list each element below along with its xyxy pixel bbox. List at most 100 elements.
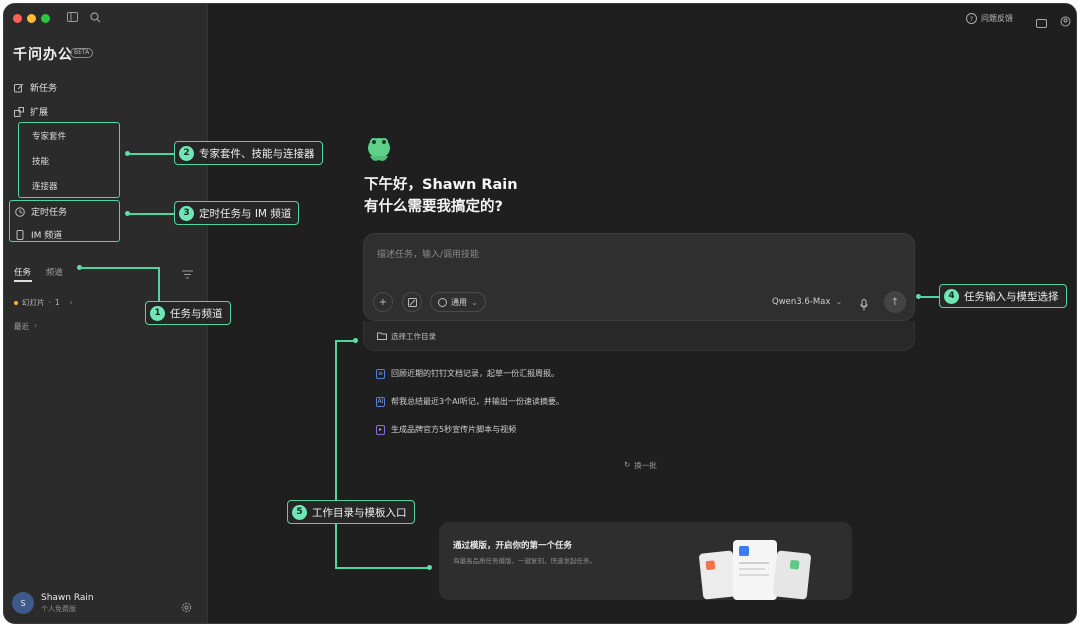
illustration-badge-orange <box>705 560 716 571</box>
greeting-line1: 下午好，Shawn Rain <box>364 177 518 193</box>
folder-icon <box>377 332 387 342</box>
add-attachment-button[interactable]: + <box>373 292 393 312</box>
maximize-window-button[interactable] <box>41 14 50 23</box>
task-item-separator: · <box>48 298 51 307</box>
message-icon[interactable] <box>1036 13 1047 32</box>
callout-text: 任务与频道 <box>170 307 223 320</box>
illustration-line <box>739 562 769 564</box>
tab-channels[interactable]: 频道 <box>46 268 63 278</box>
task-item-count: 1 <box>54 298 60 307</box>
callout-number: 2 <box>179 145 194 161</box>
video-icon: ▸ <box>376 424 385 435</box>
task-item-slides[interactable]: 幻灯片 · 1 › <box>14 297 73 308</box>
callout-line <box>80 267 159 269</box>
status-dot <box>14 300 18 305</box>
scheduled-tasks-button[interactable]: 定时任务 <box>15 205 67 218</box>
connectors-item[interactable]: 连接器 <box>32 180 58 192</box>
work-directory-content: 选择工作目录 <box>377 331 436 342</box>
extension-icon <box>14 106 24 117</box>
refresh-button[interactable]: ↻ 换一批 <box>624 460 657 471</box>
illustration-line <box>739 568 765 570</box>
im-channel-label: IM 频道 <box>31 231 63 241</box>
suggestion-item[interactable]: ▸ 生成品牌官方5秒宣传片脚本与视频 <box>376 424 516 435</box>
callout-number: 4 <box>944 288 959 304</box>
work-directory-label: 选择工作目录 <box>391 332 436 341</box>
im-channel-button[interactable]: IM 频道 <box>15 228 62 241</box>
callout-line <box>335 340 355 342</box>
task-input[interactable]: 描述任务，输入/调用技能 <box>377 247 479 260</box>
callout-line <box>158 267 160 301</box>
account-icon[interactable] <box>1060 12 1071 31</box>
callout-input-model: 4 任务输入与模型选择 <box>939 284 1067 308</box>
filter-icon[interactable] <box>182 264 193 283</box>
user-profile[interactable]: S Shawn Rain 个人免费版 <box>12 592 94 614</box>
suggestion-item[interactable]: AI 帮我总结最近3个AI听记，并输出一份速读摘要。 <box>376 396 564 407</box>
chevron-down-icon: ⌄ <box>471 297 478 307</box>
callout-line <box>335 524 337 568</box>
work-directory-bar[interactable]: 选择工作目录 <box>363 321 915 351</box>
sidebar-tabs: 任务 频道 <box>14 266 63 278</box>
scheduled-tasks-label: 定时任务 <box>31 208 68 218</box>
recent-label: 最近 <box>14 322 29 331</box>
callout-line <box>128 153 174 155</box>
settings-icon[interactable] <box>181 598 192 617</box>
suggestion-text: 回顾近期的钉钉文档记录，起草一份汇报周报。 <box>391 369 559 378</box>
callout-text: 工作目录与模板入口 <box>312 506 407 519</box>
help-icon: ? <box>966 13 977 24</box>
user-name: Shawn Rain <box>41 592 94 603</box>
microphone-icon[interactable] <box>860 296 868 315</box>
mascot-icon <box>365 134 393 168</box>
callout-line <box>128 213 174 215</box>
extensions-label: 扩展 <box>30 108 49 118</box>
suggestion-text: 生成品牌官方5秒宣传片脚本与视频 <box>391 425 517 434</box>
callout-number: 1 <box>150 305 165 321</box>
model-selector[interactable]: Qwen3.6-Max ⌄ <box>772 297 843 307</box>
clock-icon <box>15 206 25 217</box>
feedback-label: 问题反馈 <box>981 14 1013 23</box>
mode-label: 通用 <box>451 297 467 307</box>
template-card-title: 通过模版，开启你的第一个任务 <box>453 541 573 551</box>
suggestion-item[interactable]: ≡ 回顾近期的钉钉文档记录，起草一份汇报周报。 <box>376 368 559 379</box>
callout-text: 专家套件、技能与连接器 <box>199 147 315 160</box>
skills-item[interactable]: 技能 <box>32 155 49 167</box>
callout-number: 5 <box>292 504 307 520</box>
recent-section[interactable]: 最近 › <box>14 321 37 332</box>
illustration-badge-green <box>789 559 800 570</box>
extensions-button[interactable]: 扩展 <box>14 105 48 118</box>
search-icon[interactable] <box>90 12 101 26</box>
minimize-window-button[interactable] <box>27 14 36 23</box>
greeting-line2: 有什么需要我搞定的? <box>364 199 503 215</box>
doc-icon: ≡ <box>376 368 385 379</box>
illustration-card-left <box>698 550 738 600</box>
callout-line <box>335 567 429 569</box>
callout-line <box>335 340 337 500</box>
callout-number: 3 <box>179 205 194 221</box>
app-brand: 千问办公 <box>13 47 73 63</box>
template-illustration <box>697 538 817 600</box>
main-panel: ? 问题反馈 下午好，Shawn Rain 有什么需要我搞定的? 描述任务，输入… <box>208 4 1076 623</box>
callout-line <box>919 296 940 298</box>
phone-icon <box>15 229 25 240</box>
callout-workdir-template: 5 工作目录与模板入口 <box>287 500 415 524</box>
callout-extensions: 2 专家套件、技能与连接器 <box>174 141 323 165</box>
tab-tasks[interactable]: 任务 <box>14 268 31 278</box>
chevron-right-icon: › <box>34 321 37 330</box>
task-item-label: 幻灯片 <box>22 298 45 307</box>
template-card[interactable]: 通过模版，开启你的第一个任务 海量高品质任务模版，一键复刻，快速发起任务。 <box>439 522 852 600</box>
new-task-button[interactable]: 新任务 <box>14 81 57 94</box>
ai-note-icon: AI <box>376 396 385 407</box>
send-button[interactable]: ↑ <box>884 291 906 313</box>
callout-scheduled: 3 定时任务与 IM 频道 <box>174 201 300 225</box>
task-input-box: 描述任务，输入/调用技能 + 通用 ⌄ Qwen3.6-Max ⌄ ↑ <box>363 233 915 321</box>
close-window-button[interactable] <box>13 14 22 23</box>
feedback-button[interactable]: ? 问题反馈 <box>966 13 1013 24</box>
expert-suite-item[interactable]: 专家套件 <box>32 130 66 142</box>
callout-dot <box>427 565 432 570</box>
chevron-down-icon: ⌄ <box>835 297 843 307</box>
illustration-card-center <box>733 540 777 600</box>
illustration-badge-blue <box>739 546 749 556</box>
sidebar-toggle-icon[interactable] <box>67 12 78 25</box>
mode-selector[interactable]: 通用 ⌄ <box>430 292 486 312</box>
image-tool-button[interactable] <box>402 292 422 312</box>
user-plan: 个人免费版 <box>41 604 76 613</box>
